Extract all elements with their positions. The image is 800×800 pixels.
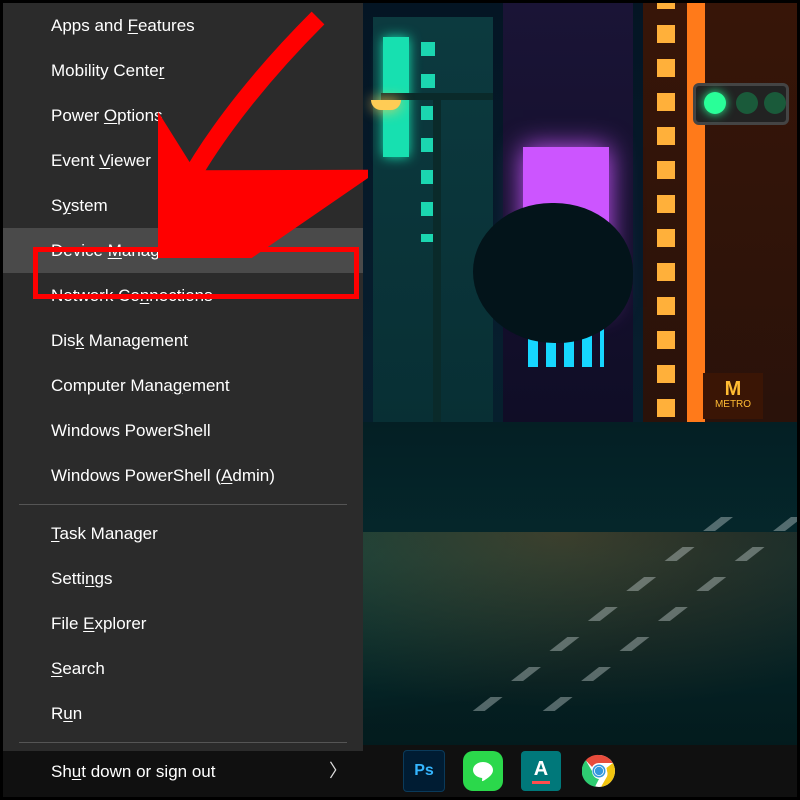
menu-item-network-connections[interactable]: Network Connections [3, 273, 363, 318]
menu-item-desktop[interactable]: Desktop [3, 794, 363, 800]
menu-item-label: Power Options [51, 106, 163, 125]
menu-item-windows-powershell-admin[interactable]: Windows PowerShell (Admin) [3, 453, 363, 498]
menu-item-label: File Explorer [51, 614, 146, 633]
menu-item-event-viewer[interactable]: Event Viewer [3, 138, 363, 183]
menu-item-power-options[interactable]: Power Options [3, 93, 363, 138]
menu-item-shut-down-or-sign-out[interactable]: Shut down or sign out 〉 [3, 749, 363, 794]
menu-separator [19, 742, 347, 743]
menu-item-label: Event Viewer [51, 151, 151, 170]
menu-item-label: Disk Management [51, 331, 188, 350]
taskbar-app-chrome[interactable] [579, 751, 619, 791]
menu-item-windows-powershell[interactable]: Windows PowerShell [3, 408, 363, 453]
menu-item-label: Run [51, 704, 82, 723]
menu-item-label: Computer Management [51, 376, 230, 395]
menu-item-file-explorer[interactable]: File Explorer [3, 601, 363, 646]
taskbar-app-line[interactable] [463, 751, 503, 791]
menu-item-run[interactable]: Run [3, 691, 363, 736]
menu-item-label: Apps and Features [51, 16, 195, 35]
menu-item-label: Windows PowerShell [51, 421, 211, 440]
menu-item-label: System [51, 196, 108, 215]
menu-item-computer-management[interactable]: Computer Management [3, 363, 363, 408]
taskbar-app-a4[interactable]: A [521, 751, 561, 791]
menu-item-system[interactable]: System [3, 183, 363, 228]
menu-item-label: Mobility Center [51, 61, 164, 80]
menu-item-disk-management[interactable]: Disk Management [3, 318, 363, 363]
traffic-light-icon [693, 83, 789, 125]
menu-item-label: Windows PowerShell (Admin) [51, 466, 275, 485]
menu-item-task-manager[interactable]: Task Manager [3, 511, 363, 556]
menu-item-label: Search [51, 659, 105, 678]
menu-item-label: Task Manager [51, 524, 158, 543]
menu-item-label: Device Manager [51, 241, 175, 260]
menu-item-label: Network Connections [51, 286, 213, 305]
menu-item-settings[interactable]: Settings [3, 556, 363, 601]
menu-item-label: Shut down or sign out [51, 762, 215, 781]
menu-item-label: Settings [51, 569, 112, 588]
menu-item-mobility-center[interactable]: Mobility Center [3, 48, 363, 93]
menu-item-apps-and-features[interactable]: Apps and Features [3, 3, 363, 48]
metro-sign: MMETRO [703, 373, 763, 419]
taskbar-app-photoshop[interactable]: Ps [403, 750, 445, 792]
chevron-right-icon: 〉 [329, 749, 347, 794]
menu-item-device-manager[interactable]: Device Manager [3, 228, 363, 273]
menu-item-search[interactable]: Search [3, 646, 363, 691]
menu-separator [19, 504, 347, 505]
power-user-menu: Apps and Features Mobility Center Power Op… [3, 3, 363, 751]
